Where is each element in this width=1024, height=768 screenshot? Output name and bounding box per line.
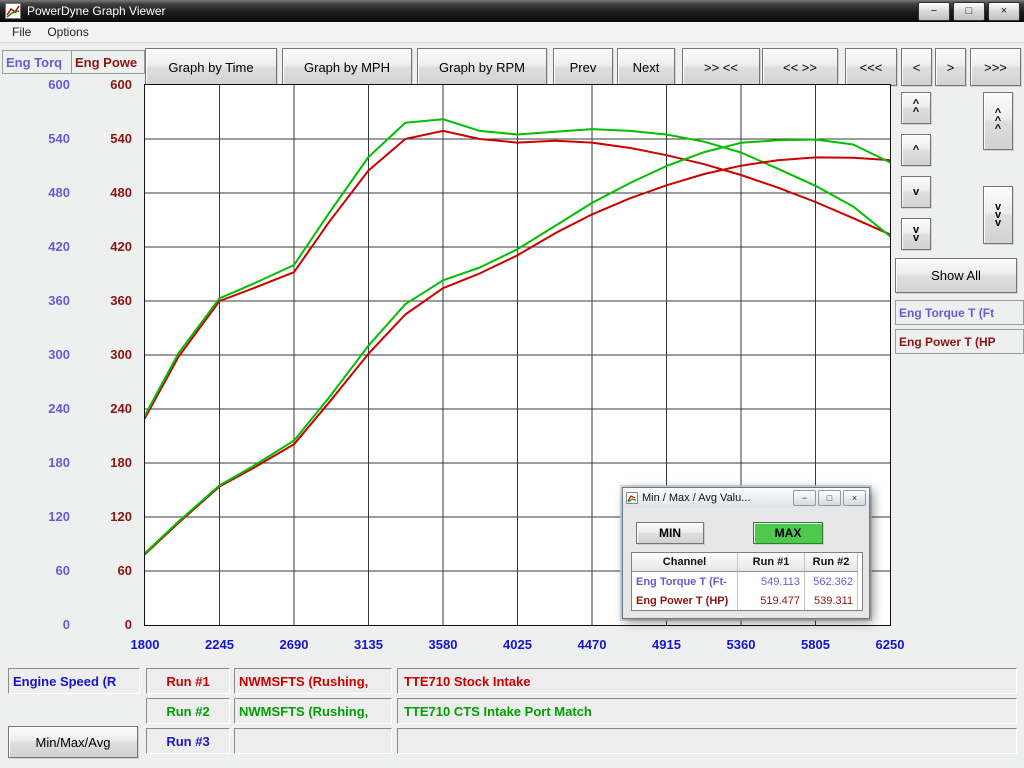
table-row-torque-run1-value: 549.113 (738, 572, 805, 591)
minmax-window[interactable]: Min / Max / Avg Valu... − □ × MIN MAX Ch… (622, 487, 870, 619)
min-button[interactable]: MIN (636, 522, 704, 544)
minmax-minimize-button[interactable]: − (793, 490, 816, 506)
menu-file[interactable]: File (4, 23, 39, 41)
show-all-button[interactable]: Show All (895, 258, 1017, 293)
run2-source: NWMSFTS (Rushing, (234, 698, 392, 724)
power-axis-tab[interactable]: Eng Powe (71, 50, 145, 74)
next-button[interactable]: Next (617, 48, 675, 86)
step-left-button[interactable]: < (901, 48, 932, 86)
app-icon (5, 3, 21, 19)
power-axis-tick: 420 (88, 239, 132, 254)
table-row-torque-channel: Eng Torque T (Ft- (632, 572, 738, 591)
legend-power-channel[interactable]: Eng Power T (HP (895, 329, 1024, 354)
torque-axis-tick: 600 (26, 77, 70, 92)
torque-axis-tick: 480 (26, 185, 70, 200)
maximize-button[interactable]: □ (953, 2, 985, 21)
minmax-window-title: Min / Max / Avg Valu... (642, 492, 791, 504)
rpm-axis-tick: 1800 (115, 637, 175, 652)
torque-axis-tick: 0 (26, 617, 70, 632)
power-axis-tick: 0 (88, 617, 132, 632)
rpm-axis-tick: 5360 (711, 637, 771, 652)
torque-axis-tick: 120 (26, 509, 70, 524)
scroll-far-right-button[interactable]: >>> (970, 48, 1021, 86)
step-right-button[interactable]: > (935, 48, 966, 86)
minmax-body: MIN MAX Channel Run #1 Run #2 Eng Torque… (623, 508, 869, 618)
power-axis-tick: 540 (88, 131, 132, 146)
minmax-value-table: Channel Run #1 Run #2 Eng Torque T (Ft- … (631, 552, 863, 611)
power-axis-tick: 120 (88, 509, 132, 524)
torque-axis-tick: 60 (26, 563, 70, 578)
minmaxavg-button[interactable]: Min/Max/Avg (8, 726, 138, 758)
titlebar[interactable]: PowerDyne Graph Viewer − □ × (0, 0, 1024, 23)
torque-axis-tick: 420 (26, 239, 70, 254)
rpm-axis-tick: 4470 (562, 637, 622, 652)
torque-axis-tick: 360 (26, 293, 70, 308)
graph-by-time-button[interactable]: Graph by Time (145, 48, 277, 86)
power-axis-tick: 480 (88, 185, 132, 200)
chevron-up-triple-button[interactable]: ^^^ (983, 92, 1013, 150)
rpm-axis-tick: 5805 (786, 637, 846, 652)
powerdyne-window: PowerDyne Graph Viewer − □ × File Option… (0, 0, 1024, 768)
chevron-down-triple-button[interactable]: vvv (983, 186, 1013, 244)
power-axis-tick: 360 (88, 293, 132, 308)
rpm-axis-tick: 4915 (637, 637, 697, 652)
run3-description (397, 728, 1017, 754)
column-header-run1[interactable]: Run #1 (738, 553, 805, 572)
table-row-power-channel: Eng Power T (HP) (632, 591, 738, 610)
table-row-power-run1-value: 519.477 (738, 591, 805, 610)
chevron-down-double-button[interactable]: vv (901, 218, 931, 250)
run1-label[interactable]: Run #1 (146, 668, 230, 694)
run3-label[interactable]: Run #3 (146, 728, 230, 754)
minimize-button[interactable]: − (918, 2, 950, 21)
menubar: File Options (0, 22, 1024, 43)
power-axis-tick: 600 (88, 77, 132, 92)
run2-description: TTE710 CTS Intake Port Match (397, 698, 1017, 724)
menu-options[interactable]: Options (39, 23, 96, 41)
legend-torque-channel[interactable]: Eng Torque T (Ft (895, 300, 1024, 325)
power-axis-tick: 60 (88, 563, 132, 578)
run2-label[interactable]: Run #2 (146, 698, 230, 724)
rpm-axis-tick: 2245 (190, 637, 250, 652)
rpm-axis-tick: 2690 (264, 637, 324, 652)
zoom-in-button[interactable]: >> << (682, 48, 760, 86)
rpm-axis-tick: 3135 (339, 637, 399, 652)
torque-axis-tick: 240 (26, 401, 70, 416)
run1-description: TTE710 Stock Intake (397, 668, 1017, 694)
chevron-up-double-button[interactable]: ^^ (901, 92, 931, 124)
minmax-close-button[interactable]: × (843, 490, 866, 506)
chevron-up-button[interactable]: ^ (901, 134, 931, 166)
minmax-window-icon (626, 492, 638, 504)
rpm-axis-tick: 6250 (860, 637, 920, 652)
window-controls: − □ × (915, 2, 1020, 21)
torque-axis-tick: 300 (26, 347, 70, 362)
run1-source: NWMSFTS (Rushing, (234, 668, 392, 694)
prev-button[interactable]: Prev (553, 48, 613, 86)
torque-axis-tab[interactable]: Eng Torq (2, 50, 73, 74)
graph-by-mph-button[interactable]: Graph by MPH (282, 48, 412, 86)
torque-axis-tick: 180 (26, 455, 70, 470)
power-axis-tick: 180 (88, 455, 132, 470)
max-button[interactable]: MAX (753, 522, 823, 544)
power-axis-tick: 240 (88, 401, 132, 416)
engine-speed-label[interactable]: Engine Speed (R (8, 668, 140, 694)
chevron-down-button[interactable]: v (901, 176, 931, 208)
zoom-out-button[interactable]: << >> (762, 48, 838, 86)
column-header-channel[interactable]: Channel (632, 553, 738, 572)
minmax-titlebar[interactable]: Min / Max / Avg Valu... − □ × (623, 488, 869, 509)
table-row-power-run2-value: 539.311 (805, 591, 858, 610)
torque-axis-tick: 540 (26, 131, 70, 146)
window-title: PowerDyne Graph Viewer (27, 4, 166, 18)
close-button[interactable]: × (988, 2, 1020, 21)
graph-by-rpm-button[interactable]: Graph by RPM (417, 48, 547, 86)
run3-source (234, 728, 392, 754)
table-row-torque-run2-value: 562.362 (805, 572, 858, 591)
rpm-axis-tick: 4025 (488, 637, 548, 652)
scroll-far-left-button[interactable]: <<< (845, 48, 897, 86)
column-header-run2[interactable]: Run #2 (805, 553, 858, 572)
minmax-maximize-button[interactable]: □ (818, 490, 841, 506)
power-axis-tick: 300 (88, 347, 132, 362)
rpm-axis-tick: 3580 (413, 637, 473, 652)
